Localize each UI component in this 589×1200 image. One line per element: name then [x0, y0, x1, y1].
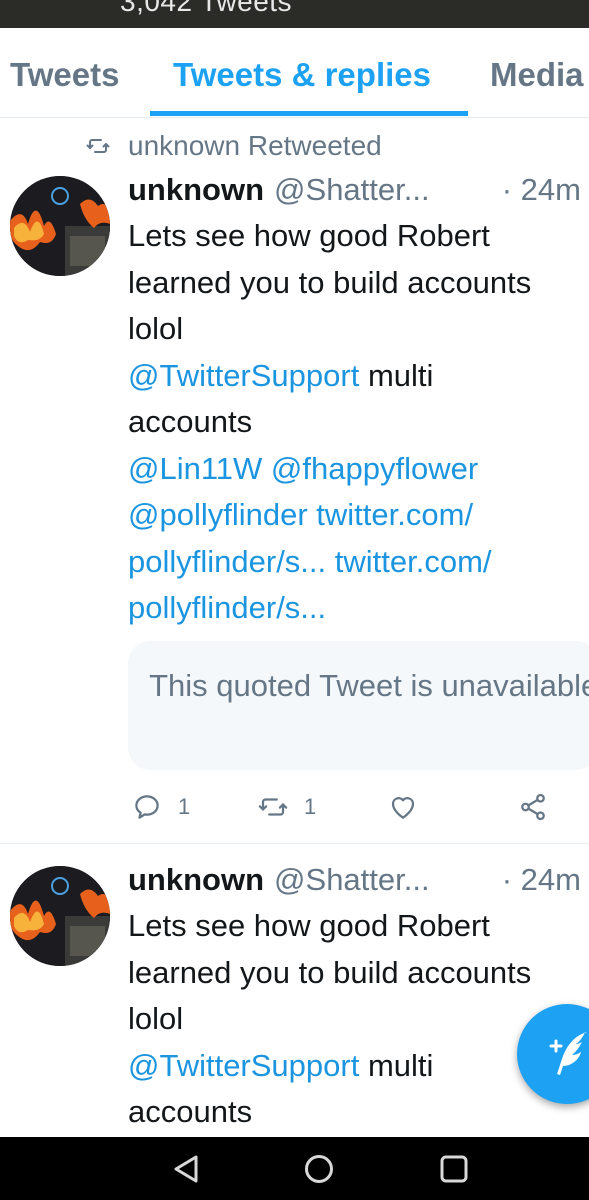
avatar-image — [10, 176, 110, 276]
tweet-text-line: @pollyflinder twitter.com/ — [128, 492, 589, 539]
tweet-text-line: lolol — [128, 306, 589, 353]
quoted-tweet-unavailable-text: This quoted Tweet is unavailable. — [149, 668, 589, 703]
tweet-header: unknown @Shatter... · 24m — [128, 168, 589, 212]
retweet-icon — [258, 798, 288, 816]
text-segment — [262, 451, 271, 486]
user-handle[interactable]: @Shatter... — [274, 172, 430, 207]
like-button[interactable] — [387, 787, 419, 827]
quoted-tweet[interactable]: This quoted Tweet is unavailable. — [128, 641, 589, 770]
text-segment: accounts — [128, 1094, 253, 1129]
text-segment: learned you to build accounts — [128, 264, 532, 300]
display-name[interactable]: unknown — [128, 862, 264, 897]
tab-media[interactable]: Media — [490, 56, 584, 94]
retweet-icon — [86, 139, 110, 153]
display-name[interactable]: unknown — [128, 172, 264, 207]
tweet-actions: 1 1 — [128, 787, 568, 827]
mention-link[interactable]: @Lin11W — [128, 451, 262, 486]
tweet-divider — [0, 843, 589, 844]
share-icon — [521, 793, 545, 821]
text-segment: accounts — [128, 404, 253, 439]
url-link[interactable]: twitter.com/ — [316, 497, 473, 532]
retweet-button[interactable]: 1 — [256, 787, 316, 827]
tweet-text-line: @Lin11W @fhappyflower — [128, 446, 589, 493]
user-handle[interactable]: @Shatter... — [274, 862, 430, 897]
text-segment: multi — [359, 1047, 434, 1083]
text-segment: multi — [359, 357, 434, 393]
share-button[interactable] — [518, 787, 548, 827]
reply-icon — [135, 795, 159, 819]
retweet-count: 1 — [304, 794, 317, 819]
system-navigation-bar — [0, 1137, 589, 1200]
tweet-count: 3,042 Tweets — [120, 0, 293, 17]
avatar-image — [10, 866, 110, 966]
tab-tweets[interactable]: Tweets — [10, 56, 119, 94]
tweet-text-line: accounts — [128, 1089, 589, 1136]
tab-tweets-and-replies[interactable]: Tweets & replies — [173, 56, 431, 94]
avatar[interactable] — [10, 176, 110, 276]
url-link[interactable]: pollyflinder/s... — [128, 544, 326, 579]
tweet-text-line: learned you to build accounts — [128, 950, 589, 997]
tweet-text-line: accounts — [128, 399, 589, 446]
tweet-text-line: Lets see how good Robert — [128, 213, 589, 260]
tweet-timestamp[interactable]: · 24m — [502, 168, 581, 212]
profile-tabs: Tweets Tweets & replies Media — [0, 28, 589, 118]
home-circle-icon[interactable] — [303, 1153, 335, 1185]
compose-tweet-icon — [549, 1032, 587, 1075]
mention-link[interactable]: @TwitterSupport — [128, 1048, 359, 1083]
avatar[interactable] — [10, 866, 110, 966]
tweet-header: unknown @Shatter... · 24m — [128, 858, 589, 902]
text-segment: learned you to build accounts — [128, 954, 532, 990]
text-segment: Lets see how good Robert — [128, 218, 490, 253]
retweet-indicator: unknown Retweeted — [86, 128, 382, 164]
tweet-text-line: pollyflinder/s... twitter.com/ — [128, 539, 589, 586]
tweet-text-line: learned you to build accounts — [128, 260, 589, 307]
retweeted-by-label: unknown Retweeted — [128, 130, 382, 161]
reply-count: 1 — [178, 794, 191, 819]
tweet-text-line: pollyflinder/s... — [128, 585, 589, 632]
text-segment — [326, 544, 335, 579]
url-link[interactable]: twitter.com/ — [335, 544, 492, 579]
mention-link[interactable]: @TwitterSupport — [128, 358, 359, 393]
text-segment — [308, 497, 317, 532]
text-segment: lolol — [128, 1001, 184, 1036]
heart-icon — [391, 797, 415, 819]
tweet-text: Lets see how good Robert learned you to b… — [128, 903, 589, 1136]
text-segment: Lets see how good Robert — [128, 908, 490, 943]
reply-button[interactable]: 1 — [132, 787, 190, 827]
url-link[interactable]: pollyflinder/s... — [128, 590, 326, 625]
back-triangle-icon[interactable] — [170, 1153, 202, 1185]
tweet-timestamp[interactable]: · 24m — [502, 858, 581, 902]
mention-link[interactable]: @fhappyflower — [271, 451, 478, 486]
mention-link[interactable]: @pollyflinder — [128, 497, 308, 532]
tweet-text-line: @TwitterSupport multi — [128, 353, 589, 400]
tweet-text: Lets see how good Robert learned you to b… — [128, 213, 589, 632]
profile-header-bar: 3,042 Tweets — [0, 0, 589, 28]
tweet-text-line: Lets see how good Robert — [128, 903, 589, 950]
recents-square-icon[interactable] — [438, 1153, 470, 1185]
active-tab-indicator — [150, 111, 468, 116]
text-segment: lolol — [128, 311, 184, 346]
